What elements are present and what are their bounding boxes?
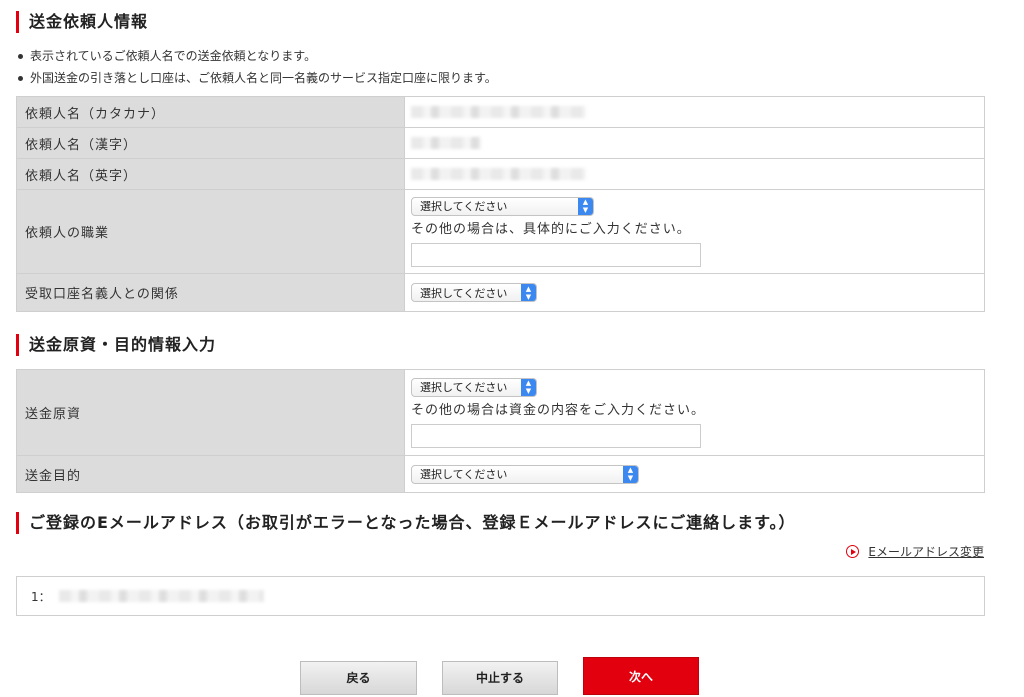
remitter-table: 依頼人名（カタカナ） 依頼人名（漢字） 依頼人名（英字） 依頼人の職業 選択して… (16, 96, 985, 312)
row-name-english: 依頼人名（英字） (16, 158, 985, 190)
email-box: 1： (16, 576, 985, 616)
source-other-input[interactable] (411, 423, 701, 448)
notes-list: 表示されているご依頼人名での送金依頼となります。 外国送金の引き落とし口座は、ご… (16, 45, 497, 89)
source-select[interactable]: 選択してください ▲ ▼ (411, 377, 537, 397)
source-label: 送金原資 (16, 369, 405, 456)
note-item: 外国送金の引き落とし口座は、ご依頼人名と同一名義のサービス指定口座に限ります。 (16, 67, 497, 89)
section-heading-email: ご登録のEメールアドレス（お取引がエラーとなった場合、登録Ｅメールアドレスにご連… (16, 512, 796, 534)
note-item: 表示されているご依頼人名での送金依頼となります。 (16, 45, 497, 67)
name-english-label: 依頼人名（英字） (16, 158, 405, 190)
row-name-kana: 依頼人名（カタカナ） (16, 96, 985, 128)
email-entry-prefix: 1： (31, 589, 51, 604)
row-relationship: 受取口座名義人との関係 選択してください ▲ ▼ (16, 273, 985, 312)
select-arrows-icon: ▲ ▼ (623, 465, 638, 483)
occupation-cell: 選択してください ▲ ▼ その他の場合は、具体的にご入力ください。 (404, 189, 985, 274)
email-change-label: Eメールアドレス変更 (868, 545, 984, 559)
occupation-other-text: その他の場合は、具体的にご入力ください。 (411, 221, 691, 237)
redacted-text (411, 137, 481, 149)
purpose-cell: 選択してください ▲ ▼ (404, 455, 985, 493)
relationship-select[interactable]: 選択してください ▲ ▼ (411, 283, 537, 302)
redacted-text (411, 168, 586, 180)
next-button[interactable]: 次へ (583, 657, 699, 695)
relationship-label: 受取口座名義人との関係 (16, 273, 405, 312)
select-arrows-icon: ▲ ▼ (521, 284, 536, 301)
section-heading-remitter: 送金依頼人情報 (16, 11, 148, 33)
purpose-select-value: 選択してください (420, 468, 508, 481)
back-button[interactable]: 戻る (300, 661, 417, 695)
select-arrows-icon: ▲ ▼ (578, 197, 593, 215)
select-arrows-icon: ▲ ▼ (521, 378, 536, 396)
source-cell: 選択してください ▲ ▼ その他の場合は資金の内容をご入力ください。 (404, 369, 985, 456)
purpose-label: 送金目的 (16, 455, 405, 493)
purpose-select[interactable]: 選択してください ▲ ▼ (411, 464, 639, 484)
source-select-value: 選択してください (420, 381, 508, 394)
email-change-link[interactable]: Eメールアドレス変更 (846, 543, 984, 560)
occupation-select[interactable]: 選択してください ▲ ▼ (411, 196, 594, 216)
redacted-text (58, 590, 264, 602)
redacted-text (411, 106, 586, 118)
relationship-select-value: 選択してください (420, 286, 508, 300)
source-other-text: その他の場合は資金の内容をご入力ください。 (411, 402, 706, 418)
name-kanji-label: 依頼人名（漢字） (16, 127, 405, 159)
relationship-cell: 選択してください ▲ ▼ (404, 273, 985, 312)
name-kanji-value (404, 127, 985, 159)
name-kana-value (404, 96, 985, 128)
row-occupation: 依頼人の職業 選択してください ▲ ▼ その他の場合は、具体的にご入力ください。 (16, 189, 985, 274)
section-heading-funds: 送金原資・目的情報入力 (16, 334, 216, 356)
name-kana-label: 依頼人名（カタカナ） (16, 96, 405, 128)
row-name-kanji: 依頼人名（漢字） (16, 127, 985, 159)
play-arrow-icon (846, 545, 860, 558)
cancel-button[interactable]: 中止する (442, 661, 558, 695)
funds-table: 送金原資 選択してください ▲ ▼ その他の場合は資金の内容をご入力ください。 送… (16, 369, 985, 493)
occupation-other-input[interactable] (411, 242, 701, 267)
occupation-label: 依頼人の職業 (16, 189, 405, 274)
occupation-select-value: 選択してください (420, 200, 508, 213)
row-source: 送金原資 選択してください ▲ ▼ その他の場合は資金の内容をご入力ください。 (16, 369, 985, 456)
name-english-value (404, 158, 985, 190)
row-purpose: 送金目的 選択してください ▲ ▼ (16, 455, 985, 493)
